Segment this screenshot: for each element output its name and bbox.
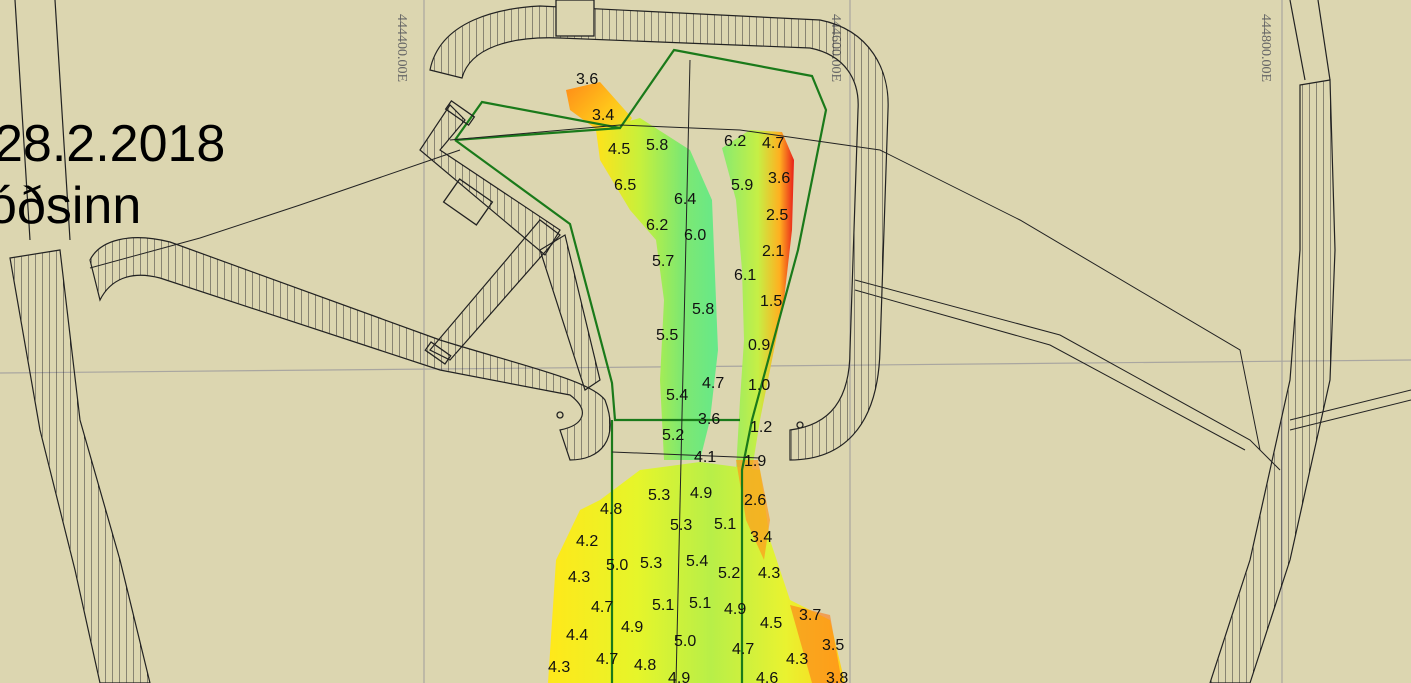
depth-sounding: 2.6	[744, 492, 766, 509]
depth-sounding: 4.9	[690, 485, 712, 502]
pier-left	[9, 249, 151, 683]
depth-sounding: 5.8	[692, 301, 714, 318]
depth-sounding: 3.6	[768, 170, 790, 187]
grid-label-easting: 444800.00E	[1258, 14, 1273, 82]
depth-sounding: 5.4	[666, 387, 688, 404]
breakwater-west	[89, 237, 611, 461]
depth-sounding: 4.3	[758, 565, 780, 582]
depth-sounding: 6.2	[646, 217, 668, 234]
depth-sounding: 4.7	[732, 641, 754, 658]
depth-sounding: 5.7	[652, 253, 674, 270]
breakwater-inner-south	[429, 219, 561, 361]
pier-right-edge	[1289, 0, 1331, 81]
depth-sounding: 6.4	[674, 191, 696, 208]
depth-sounding: 4.7	[702, 375, 724, 392]
roundhead	[796, 421, 804, 429]
depth-sounding: 3.4	[750, 529, 772, 546]
depth-sounding: 0.9	[748, 337, 770, 354]
depth-sounding: 1.9	[744, 453, 766, 470]
depth-sounding: 3.5	[822, 637, 844, 654]
roundhead	[556, 411, 564, 419]
depth-sounding: 5.3	[648, 487, 670, 504]
depth-sounding: 5.4	[686, 553, 708, 570]
depth-sounding: 4.8	[600, 501, 622, 518]
depth-sounding: 4.7	[596, 651, 618, 668]
depth-sounding: 1.0	[748, 377, 770, 394]
depth-sounding: 6.2	[724, 133, 746, 150]
depth-sounding: 4.8	[634, 657, 656, 674]
depth-sounding: 5.2	[718, 565, 740, 582]
depth-sounding: 4.6	[756, 670, 778, 683]
depth-sounding: 3.4	[592, 107, 614, 124]
depth-sounding: 4.5	[760, 615, 782, 632]
survey-date: 28.2.2018	[0, 115, 226, 173]
depth-sounding: 4.3	[568, 569, 590, 586]
depth-sounding: 4.9	[621, 619, 643, 636]
depth-sounding: 2.5	[766, 207, 788, 224]
depth-sounding: 5.0	[674, 633, 696, 650]
depth-sounding: 4.1	[694, 449, 716, 466]
depth-sounding: 3.6	[698, 411, 720, 428]
depth-sounding: 3.7	[799, 607, 821, 624]
depth-sounding: 4.3	[548, 659, 570, 676]
depth-sounding: 1.5	[760, 293, 782, 310]
pier-right	[1209, 79, 1336, 683]
depth-sounding: 5.8	[646, 137, 668, 154]
quay-box	[555, 0, 595, 37]
harbour-name: óðsinn	[0, 177, 142, 235]
depth-sounding: 3.6	[576, 71, 598, 88]
depth-sounding: 2.1	[762, 243, 784, 260]
depth-sounding: 5.9	[731, 177, 753, 194]
breakwater-spit	[539, 234, 601, 391]
depth-sounding: 5.3	[670, 517, 692, 534]
depth-sounding: 4.7	[591, 599, 613, 616]
depth-sounding: 5.1	[689, 595, 711, 612]
depth-sounding: 4.5	[608, 141, 630, 158]
depth-sounding: 4.9	[724, 601, 746, 618]
depth-sounding: 4.9	[668, 670, 690, 683]
depth-sounding: 5.3	[640, 555, 662, 572]
depth-sounding: 1.2	[750, 419, 772, 436]
depth-sounding: 6.0	[684, 227, 706, 244]
grid-label-easting: 444400.00E	[394, 14, 409, 82]
depth-sounding: 3.8	[826, 670, 848, 683]
depth-sounding: 6.5	[614, 177, 636, 194]
depth-sounding: 4.7	[762, 135, 784, 152]
depth-sounding: 5.1	[652, 597, 674, 614]
depth-sounding: 5.0	[606, 557, 628, 574]
depth-sounding: 5.2	[662, 427, 684, 444]
depth-sounding: 6.1	[734, 267, 756, 284]
depth-sounding: 4.2	[576, 533, 598, 550]
depth-sounding: 4.4	[566, 627, 588, 644]
depth-sounding: 5.1	[714, 516, 736, 533]
depth-sounding: 4.3	[786, 651, 808, 668]
bathymetric-map: 444400.00E 444600.00E 444800.00E	[0, 0, 1411, 683]
depth-sounding: 5.5	[656, 327, 678, 344]
